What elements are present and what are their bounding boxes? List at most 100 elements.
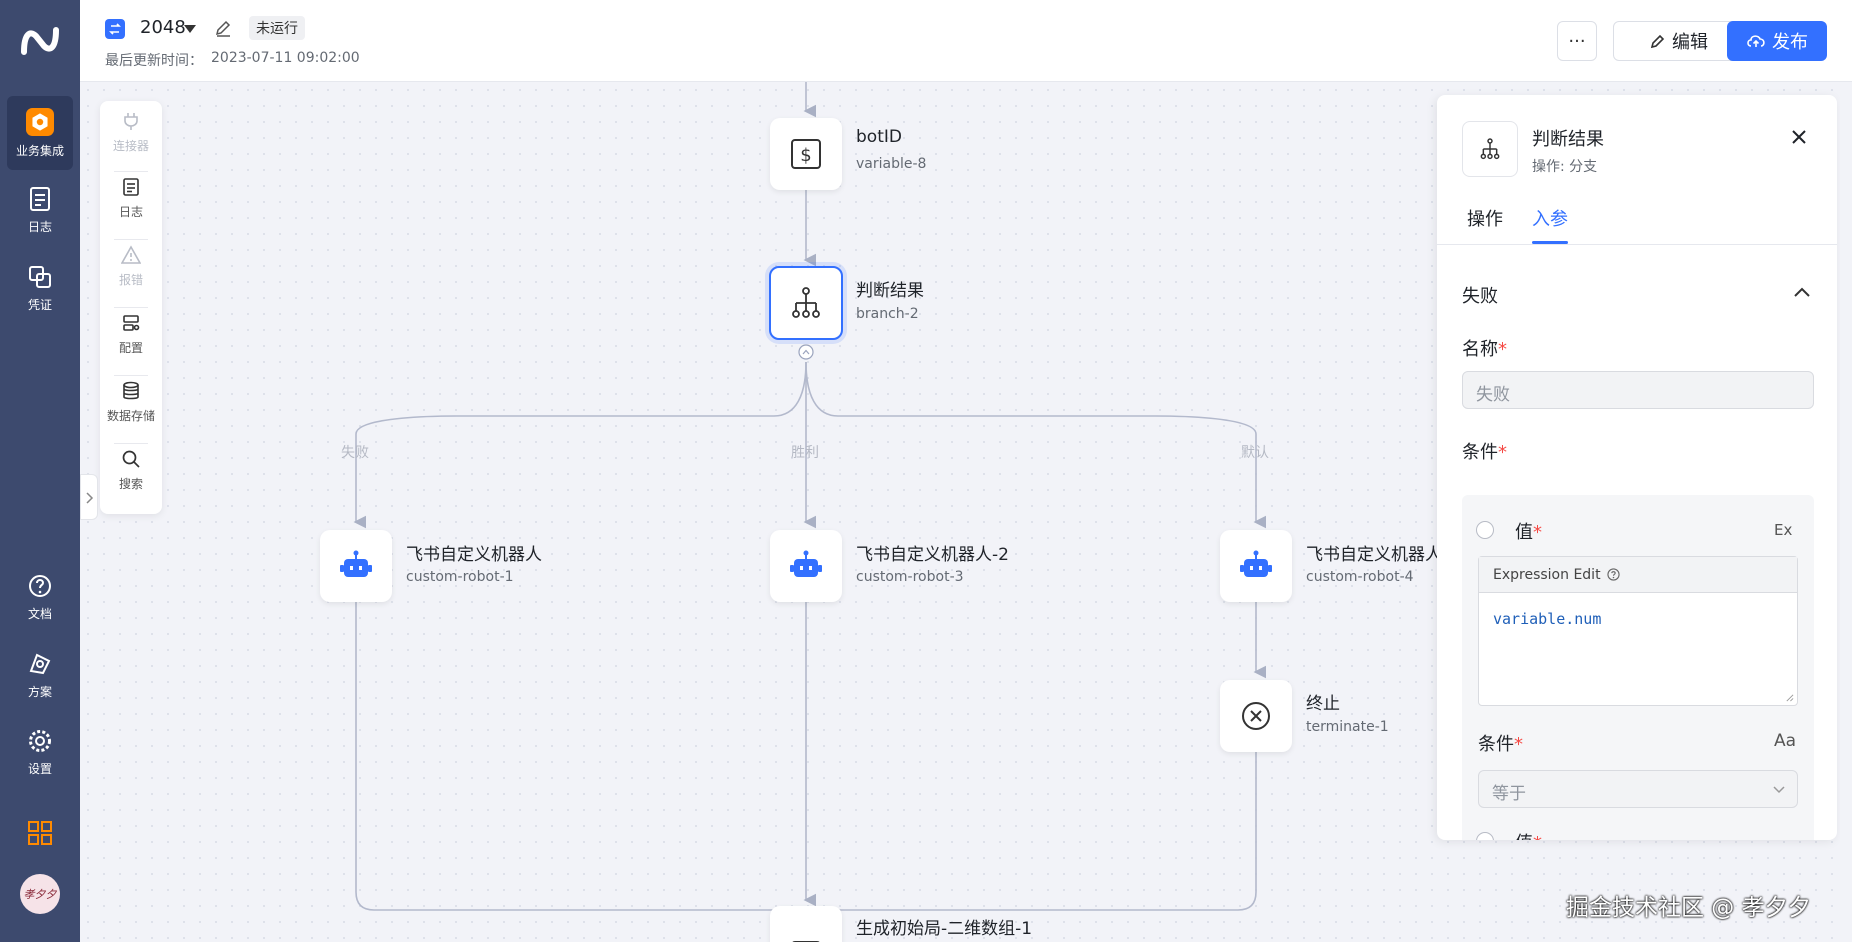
- app-grid-icon[interactable]: [28, 821, 52, 845]
- branch-icon: [792, 287, 820, 318]
- sidebar-item-docs[interactable]: 文档: [7, 563, 73, 637]
- branch-icon: [1480, 138, 1500, 160]
- solution-icon: [29, 653, 51, 675]
- tool-config[interactable]: 配置: [100, 303, 162, 371]
- tool-label: 数据存储: [106, 409, 155, 423]
- node-robot-1[interactable]: [320, 530, 392, 602]
- chevron-down-icon[interactable]: [184, 25, 196, 33]
- tool-search[interactable]: 搜索: [100, 439, 162, 507]
- sidebar-item-settings[interactable]: 设置: [7, 718, 73, 792]
- chevron-down-icon: [1773, 786, 1785, 794]
- sidebar-item-credential[interactable]: 凭证: [7, 254, 73, 328]
- log-icon: [123, 178, 139, 196]
- node-title: 生成初始局-二维数组-1: [856, 919, 1033, 939]
- sidebar-item-label: 日志: [27, 220, 52, 234]
- edit-name-icon[interactable]: [214, 19, 232, 37]
- field-label-name: 名称*: [1462, 339, 1507, 360]
- radio-value[interactable]: [1476, 521, 1494, 539]
- sidebar-item-integration[interactable]: 业务集成: [7, 96, 73, 170]
- sidebar-item-label: 文档: [27, 607, 52, 621]
- node-subtitle: custom-robot-4: [1306, 569, 1414, 585]
- tool-storage[interactable]: 数据存储: [100, 371, 162, 439]
- page-scrollbar[interactable]: [1840, 82, 1852, 942]
- chevron-up-icon[interactable]: [1794, 287, 1810, 297]
- field-label-value: 值*: [1515, 522, 1542, 543]
- expression-toggle[interactable]: Ex: [1774, 521, 1792, 539]
- sidebar: 业务集成 日志 凭证 文档 方案 设置 孝夕夕: [0, 0, 80, 942]
- node-botid[interactable]: $: [770, 118, 842, 190]
- sidebar-item-label: 业务集成: [15, 144, 64, 158]
- node-subtitle: branch-2: [856, 306, 919, 322]
- toolbox-toggle[interactable]: [80, 474, 98, 520]
- sidebar-item-log[interactable]: 日志: [7, 176, 73, 250]
- sidebar-item-solution[interactable]: 方案: [7, 641, 73, 715]
- radio-value-2[interactable]: [1476, 832, 1494, 840]
- condition-select[interactable]: 等于: [1478, 770, 1798, 808]
- node-title: 判断结果: [856, 281, 924, 301]
- node-subtitle: custom-robot-1: [406, 569, 514, 585]
- resize-handle-icon[interactable]: [1785, 693, 1794, 702]
- credential-icon: [29, 266, 51, 288]
- node-robot-3[interactable]: [770, 530, 842, 602]
- edge-label-win: 胜利: [791, 445, 819, 461]
- tab-operation[interactable]: 操作: [1467, 205, 1503, 231]
- help-icon: [29, 575, 51, 597]
- panel-title: 判断结果: [1532, 129, 1604, 150]
- node-terminate[interactable]: [1220, 680, 1292, 752]
- updated-label: 最后更新时间：: [105, 53, 203, 69]
- header: 2048 未运行 最后更新时间： 2023-07-11 09:02:00 ···…: [80, 0, 1852, 82]
- edge-label-default: 默认: [1241, 445, 1269, 461]
- field-label-value-2: 值*: [1515, 829, 1542, 840]
- more-button[interactable]: ···: [1557, 21, 1597, 61]
- updated-time: 2023-07-11 09:02:00: [211, 50, 360, 66]
- watermark: 掘金技术社区 @ 孝夕夕: [1566, 895, 1811, 921]
- tool-log[interactable]: 日志: [100, 167, 162, 235]
- node-subtitle: custom-robot-3: [856, 569, 964, 585]
- tool-label: 配置: [118, 341, 143, 355]
- integration-icon: [26, 108, 54, 136]
- edit-icon: [1650, 34, 1665, 49]
- name-input[interactable]: 失败: [1462, 371, 1814, 409]
- edge-label-fail: 失败: [341, 445, 369, 461]
- flow-name[interactable]: 2048: [140, 17, 186, 38]
- sidebar-item-label: 方案: [27, 685, 52, 699]
- avatar[interactable]: 孝夕夕: [20, 874, 60, 914]
- expression-editor[interactable]: Expression Edit variable.num: [1478, 556, 1798, 706]
- search-icon: [122, 450, 140, 468]
- node-branch[interactable]: [769, 266, 843, 340]
- node-subtitle: variable-8: [856, 156, 927, 172]
- field-label-condition: 条件*: [1462, 442, 1507, 463]
- tool-label: 报错: [118, 273, 143, 287]
- text-mode-toggle[interactable]: Aa: [1774, 731, 1796, 751]
- tab-input-params[interactable]: 入参: [1532, 205, 1568, 231]
- publish-button[interactable]: 发布: [1727, 21, 1827, 61]
- edit-button[interactable]: 编辑: [1613, 21, 1745, 61]
- variable-icon: $: [791, 139, 821, 169]
- tabs-divider: [1437, 244, 1837, 245]
- help-icon[interactable]: [1606, 568, 1620, 581]
- app-logo: [21, 27, 59, 55]
- robot-icon: [340, 550, 372, 577]
- tool-errors[interactable]: 报错: [100, 235, 162, 303]
- publish-button-label: 发布: [1772, 32, 1808, 53]
- tool-connector[interactable]: 连接器: [100, 101, 162, 169]
- collapse-branch-icon[interactable]: [798, 344, 814, 360]
- name-input-value: 失败: [1476, 385, 1510, 405]
- tool-label: 连接器: [112, 139, 149, 153]
- robot-icon: [1240, 550, 1272, 577]
- sidebar-item-label: 凭证: [27, 298, 52, 312]
- node-title: 飞书自定义机器人: [1306, 545, 1442, 565]
- close-icon[interactable]: [1791, 129, 1807, 145]
- node-title: 飞书自定义机器人-2: [856, 545, 1009, 565]
- node-title: 飞书自定义机器人: [406, 545, 542, 565]
- edit-button-label: 编辑: [1672, 32, 1708, 53]
- node-generate[interactable]: [770, 906, 842, 942]
- properties-panel: 判断结果 操作: 分支 操作 入参 失败 名称* 失败 条件* 值* Ex Ex…: [1437, 95, 1837, 840]
- section-title: 失败: [1462, 286, 1498, 307]
- node-robot-4[interactable]: [1220, 530, 1292, 602]
- close-circle-icon: [1242, 702, 1270, 730]
- status-badge: 未运行: [249, 16, 305, 40]
- sidebar-item-label: 设置: [27, 762, 52, 776]
- warning-icon: [121, 245, 141, 264]
- node-title: botID: [856, 127, 902, 147]
